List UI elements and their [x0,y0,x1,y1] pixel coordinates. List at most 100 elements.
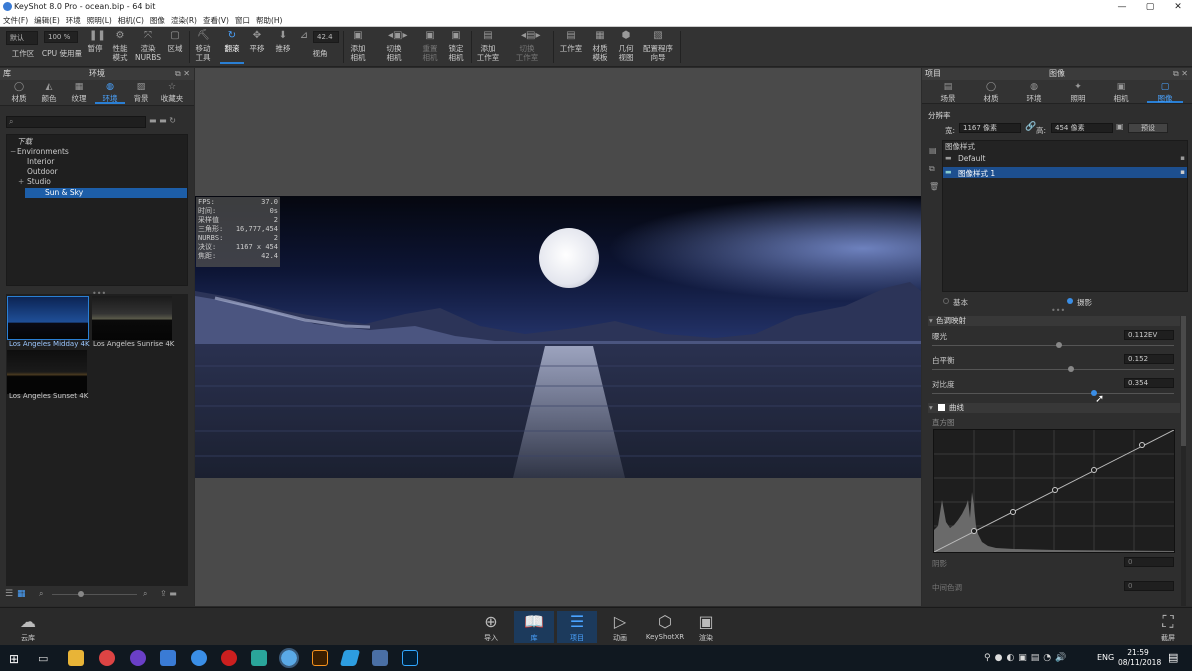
thumb-sunset[interactable] [7,350,87,394]
zoom-in-icon[interactable]: ⌕ [143,589,147,599]
photoshop-icon[interactable] [402,650,418,666]
render-button[interactable]: ▣ 渲染 [686,611,726,643]
curve-point[interactable] [1139,442,1145,448]
expand-icon[interactable]: + [18,177,24,187]
menu-environment[interactable]: 环境 [63,14,84,26]
thumb-sunrise[interactable] [92,296,172,340]
photos-icon[interactable] [160,650,176,666]
thumbnail-size-knob[interactable] [78,591,84,597]
tree-item-environments[interactable]: − Environments [7,147,187,157]
mode-photo-radio[interactable] [1067,298,1073,304]
tree-item-sun-sky[interactable]: Sun & Sky [25,188,187,198]
tab-textures[interactable]: ▦ 纹理 [64,82,94,104]
project-scrollbar-thumb[interactable] [1181,316,1186,446]
task-view-icon[interactable]: ▭ [38,652,48,665]
close-button[interactable]: ✕ [1164,0,1192,14]
tab-material[interactable]: ◯ 材质 [973,82,1009,104]
style-item-1[interactable]: ▬ 图像样式 1 ▪ [943,167,1187,178]
cloud-library-button[interactable]: ☁ 云库 [8,611,48,643]
white-balance-knob[interactable] [1068,366,1074,372]
tab-lighting[interactable]: ✦ 照明 [1060,82,1096,104]
tumble-button[interactable]: ↻ 翻滚 [220,30,244,64]
library-button[interactable]: 📖 库 [514,611,554,643]
rendered-scene[interactable] [195,196,921,478]
preset-button[interactable]: 预设 [1128,123,1168,133]
tree-item-studio[interactable]: + Studio [7,177,187,187]
height-input[interactable]: 454 像素 [1051,123,1113,133]
keyshot-taskbar-icon[interactable] [279,648,299,668]
curve-point[interactable] [1010,509,1016,515]
library-search-input[interactable]: ⌕ [6,116,146,128]
system-tray-icons[interactable]: ⚲●◐▣▤◔🔊 [984,653,1070,663]
tab-scene[interactable]: ▤ 场景 [930,82,966,104]
curve-point[interactable] [1091,467,1097,473]
style-side-icons[interactable]: ▤ ⧉ 🗑 [929,142,939,196]
app-icon[interactable] [251,650,267,666]
maximize-button[interactable]: ▢ [1136,0,1164,14]
firefox-icon[interactable] [130,650,146,666]
region-button[interactable]: ▢ 区域 [164,30,186,53]
mode-basic-radio[interactable] [943,298,949,304]
menu-lighting[interactable]: 照明(L) [84,14,115,26]
tab-materials[interactable]: ◯ 材质 [4,82,34,104]
tab-camera[interactable]: ▣ 相机 [1103,82,1139,104]
reset-camera-button[interactable]: ▣ 重置 相机 [418,30,442,62]
minimize-button[interactable]: — [1108,0,1136,14]
menu-image[interactable]: 图像 [147,14,168,26]
percent-field[interactable]: 100 % [44,31,78,43]
project-close-icon[interactable]: ⧉ ✕ [1173,68,1188,80]
switch-studio-button[interactable]: ◂▤▸ 切换 工作室 [512,30,542,62]
tree-item-interior[interactable]: Interior [7,157,187,167]
tab-backplates[interactable]: ▨ 背景 [126,82,156,104]
add-camera-button[interactable]: ▣ 添加 相机 [346,30,370,62]
configurator-wizard-button[interactable]: ▧ 配置程序 向导 [640,30,676,62]
menu-camera[interactable]: 相机(C) [115,14,147,26]
preset-dropdown[interactable]: 默认 [6,31,38,45]
zoom-out-icon[interactable]: ⌕ [39,589,43,599]
opera-icon[interactable] [221,650,237,666]
menu-view[interactable]: 查看(V) [200,14,232,26]
exposure-knob[interactable] [1056,342,1062,348]
render-nurbs-button[interactable]: ⤧ 渲染 NURBS [134,30,162,62]
keyshotxr-button[interactable]: ⬡ KeyShotXR [643,611,687,641]
thumbnail-size-slider[interactable] [52,594,137,595]
switch-camera-button[interactable]: ◂▣▸ 切换 相机 [380,30,408,62]
lock-camera-button[interactable]: ▣ 锁定 相机 [444,30,468,62]
animation-button[interactable]: ▷ 动画 [600,611,640,643]
import-button[interactable]: ⊕ 导入 [471,611,511,643]
curve-point[interactable] [971,528,977,534]
contrast-input[interactable]: 0.354 [1124,378,1174,388]
contrast-slider[interactable] [932,393,1174,394]
tonemap-section-header[interactable]: ▾ 色调映射 [928,316,1180,326]
project-button[interactable]: ☰ 项目 [557,611,597,643]
grid-view-icon[interactable]: ▦ [17,589,26,599]
notification-icon[interactable]: ▤ [1168,651,1178,664]
tree-item-outdoor[interactable]: Outdoor [7,167,187,177]
tab-environments[interactable]: ◍ 环境 [95,82,125,104]
workspace-button[interactable]: 工作区 [8,49,38,58]
tab-favorites[interactable]: ☆ 收藏夹 [157,82,187,104]
tab-environment[interactable]: ◍ 环境 [1016,82,1052,104]
tab-image[interactable]: ▢ 图像 [1147,82,1183,103]
library-folder-icons[interactable]: ▬ ▬ ↻ [149,116,176,125]
midtones-input[interactable]: 0 [1124,581,1174,591]
menu-render[interactable]: 渲染(R) [168,14,200,26]
splitter-handle[interactable]: ••• [1051,306,1065,315]
add-studio-button[interactable]: ▤ 添加 工作室 [474,30,502,62]
white-balance-slider[interactable] [932,369,1174,370]
illustrator-icon[interactable] [312,650,328,666]
collapse-icon[interactable]: − [10,147,16,157]
style-item-default[interactable]: ▬ Default ▪ [943,153,1187,164]
chrome-icon[interactable] [99,650,115,666]
curve-point[interactable] [1052,487,1058,493]
link-icon[interactable]: 🔗 [1025,122,1036,132]
white-balance-input[interactable]: 0.152 [1124,354,1174,364]
width-input[interactable]: 1167 像素 [959,123,1021,133]
thumb-midday[interactable] [7,296,89,340]
exposure-input[interactable]: 0.112EV [1124,330,1174,340]
menu-help[interactable]: 帮助(H) [253,14,286,26]
screenshot-button[interactable]: ⛶ 截屏 [1148,611,1188,643]
menu-edit[interactable]: 编辑(E) [31,14,63,26]
clock[interactable]: 21:59 08/11/2018 [1118,648,1161,668]
move-tool-button[interactable]: ⛏ 移动 工具 [192,30,214,62]
